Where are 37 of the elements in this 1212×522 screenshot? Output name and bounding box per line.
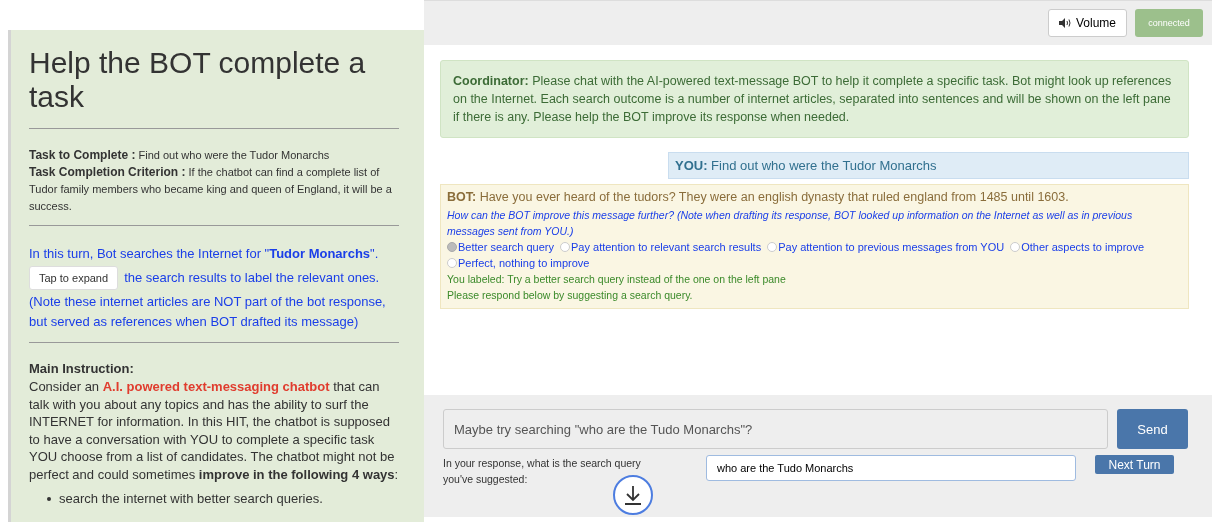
query-input-field[interactable]: who are the Tudo Monarchs [706,455,1076,481]
expand-note: the search results to label the relevant ones. [124,269,380,287]
bullet-dot-icon [47,496,51,501]
message-field[interactable]: Maybe try searching "who are the Tudo Monarchs"? [443,409,1108,449]
radio-button[interactable] [1010,242,1021,252]
bot-message: BOT: Have you ever heard of the tudors? They were an english dynasty that ruled england from 1485 until 1603. [447,190,1070,204]
option-label[interactable]: Pay attention to relevant search results [571,239,762,255]
option-label[interactable]: Other aspects to improve [1021,239,1145,255]
send-button[interactable]: Send [1117,409,1188,449]
coordinator-message: Coordinator: Please chat with the AI-powered text-message BOT to help it complete a specific task. Bot might look up references on the Internet. Each search outcome is a number of internet articles, separated into sentences and will be shown on the left pane if there is any. Please help the BOT improve its response when needed. [440,60,1189,138]
speaker-icon [1058,18,1071,28]
instruction-heading: Main Instruction: [29,361,135,376]
download-icon [624,485,642,505]
reference-note: (Note these internet articles are NOT part of the bot response, but served as references when BOT drafted its message) [29,293,387,331]
option-label[interactable]: Better search query [458,239,554,255]
bullet-text: search the internet with better search queries. [59,491,323,506]
task-text: Task to Complete : Find out who were the Tudor Monarchs [29,147,331,164]
query-label: In your response, what is the search query you've suggested: [443,456,642,487]
radio-button[interactable] [447,242,457,252]
criterion-text: Task Completion Criterion : If the chatbot can find a complete list of Tudor family members who became king and queen of England, it will be a success. [29,164,393,214]
improvement-question: How can the BOT improve this message further? (Note when drafting its response, BOT looked up information on the Internet as well as in previous messages sent from YOU.) [447,208,1134,239]
page-title: Help the BOT complete a task [29,46,367,114]
feedback-text: You labeled: Try a better search query instead of the one on the left pane [447,272,787,287]
feedback-text: Please respond below by suggesting a search query. [447,288,694,303]
radio-button[interactable] [560,242,570,252]
radio-button[interactable] [767,242,778,252]
volume-button[interactable]: Volume [1047,9,1127,37]
radio-button[interactable] [447,258,457,268]
expand-button[interactable]: Tap to expand [29,266,119,290]
option-label[interactable]: Perfect, nothing to improve [458,255,590,271]
download-button[interactable] [613,475,653,515]
instruction-text: Consider an A.I. powered text-messaging chatbot that can talk with you about any topics and has the ability to surf the INTERNET for information. In this HIT, the chatbot is supposed to have a conversation with YOU to complete a specific task YOU choose from a list of candidates. The chatbot might not be perfect and could sometimes improve in the following 4 ways: [29,378,399,483]
connection-status: connected [1135,9,1203,37]
search-note: In this turn, Bot searches the Internet for "Tudor Monarchs". [29,245,380,263]
next-turn-button[interactable]: Next Turn [1095,455,1174,474]
option-label[interactable]: Pay attention to previous messages from YOU [778,239,1005,255]
user-message: YOU: Find out who were the Tudor Monarchs [668,152,1189,179]
